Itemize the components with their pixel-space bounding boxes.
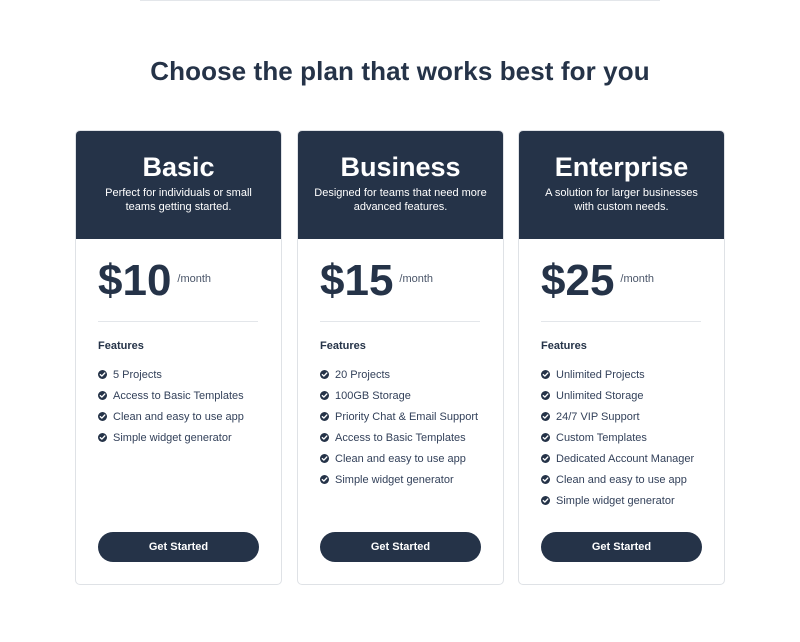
feature-item: Clean and easy to use app (541, 469, 694, 490)
feature-item: Clean and easy to use app (98, 406, 244, 427)
feature-item: Unlimited Storage (541, 385, 694, 406)
feature-label: Clean and easy to use app (113, 410, 244, 423)
feature-label: Simple widget generator (335, 473, 454, 486)
card-divider (320, 321, 480, 322)
check-circle-icon (541, 412, 550, 421)
price-period: /month (399, 273, 434, 285)
feature-label: Access to Basic Templates (335, 431, 466, 444)
plan-description: A solution for larger businesses with cu… (545, 187, 698, 213)
feature-list: Unlimited Projects Unlimited Storage 24/7 … (541, 364, 694, 511)
feature-item: Access to Basic Templates (320, 427, 478, 448)
check-circle-icon (98, 370, 107, 379)
get-started-button[interactable]: Get Started (98, 532, 259, 562)
feature-label: 100GB Storage (335, 389, 411, 402)
pricing-card-business: Business Designed for teams that need mo… (297, 130, 504, 585)
check-circle-icon (541, 433, 550, 442)
feature-label: 5 Projects (113, 368, 162, 381)
plan-name: Business (340, 152, 461, 182)
feature-item: Dedicated Account Manager (541, 448, 694, 469)
check-circle-icon (320, 391, 329, 400)
feature-item: Clean and easy to use app (320, 448, 478, 469)
card-divider (98, 321, 258, 322)
check-circle-icon (320, 433, 329, 442)
features-title: Features (98, 340, 144, 352)
page-title: Choose the plan that works best for you (150, 56, 650, 86)
price-row: $15 /month (320, 257, 433, 305)
card-header: Business Designed for teams that need mo… (298, 131, 503, 239)
feature-label: Unlimited Projects (556, 368, 645, 381)
plan-price: $25 (541, 256, 615, 305)
check-circle-icon (320, 454, 329, 463)
check-circle-icon (541, 370, 550, 379)
feature-label: Access to Basic Templates (113, 389, 244, 402)
feature-item: Simple widget generator (320, 469, 478, 490)
plan-price: $10 (98, 256, 172, 305)
feature-item: 20 Projects (320, 364, 478, 385)
feature-label: Unlimited Storage (556, 389, 644, 402)
feature-list: 20 Projects 100GB Storage Priority Chat & … (320, 364, 478, 490)
feature-item: Simple widget generator (541, 490, 694, 511)
check-circle-icon (320, 370, 329, 379)
feature-item: Custom Templates (541, 427, 694, 448)
plan-name: Basic (142, 152, 215, 182)
feature-label: 24/7 VIP Support (556, 410, 640, 423)
card-divider (541, 321, 701, 322)
plan-name: Enterprise (554, 152, 689, 182)
check-circle-icon (541, 391, 550, 400)
pricing-card-basic: Basic Perfect for individuals or small t… (75, 130, 282, 585)
plan-description: Designed for teams that need more advanc… (314, 187, 487, 213)
feature-item: 5 Projects (98, 364, 244, 385)
feature-label: Simple widget generator (556, 494, 675, 507)
feature-label: Simple widget generator (113, 431, 232, 444)
features-title: Features (320, 340, 366, 352)
price-row: $10 /month (98, 257, 211, 305)
feature-label: Custom Templates (556, 431, 647, 444)
features-title: Features (541, 340, 587, 352)
card-header: Basic Perfect for individuals or small t… (76, 131, 281, 239)
feature-label: Dedicated Account Manager (556, 452, 695, 465)
check-circle-icon (320, 475, 329, 484)
feature-label: Clean and easy to use app (335, 452, 466, 465)
pricing-card-enterprise: Enterprise A solution for larger busines… (518, 130, 725, 585)
feature-label: 20 Projects (335, 368, 391, 381)
feature-item: 24/7 VIP Support (541, 406, 694, 427)
get-started-button[interactable]: Get Started (541, 532, 702, 562)
plan-description: Perfect for individuals or small teams g… (105, 187, 252, 213)
feature-item: 100GB Storage (320, 385, 478, 406)
top-divider (140, 0, 660, 1)
check-circle-icon (541, 475, 550, 484)
feature-item: Simple widget generator (98, 427, 244, 448)
price-period: /month (620, 273, 655, 285)
get-started-button[interactable]: Get Started (320, 532, 481, 562)
check-circle-icon (541, 496, 550, 505)
check-circle-icon (541, 454, 550, 463)
price-period: /month (177, 273, 212, 285)
feature-label: Clean and easy to use app (556, 473, 687, 486)
check-circle-icon (320, 412, 329, 421)
feature-item: Unlimited Projects (541, 364, 694, 385)
feature-label: Priority Chat & Email Support (335, 410, 479, 423)
check-circle-icon (98, 391, 107, 400)
check-circle-icon (98, 412, 107, 421)
feature-item: Access to Basic Templates (98, 385, 244, 406)
card-header: Enterprise A solution for larger busines… (519, 131, 724, 239)
feature-list: 5 Projects Access to Basic Templates Clean… (98, 364, 244, 448)
price-row: $25 /month (541, 257, 654, 305)
feature-item: Priority Chat & Email Support (320, 406, 478, 427)
plan-price: $15 (320, 256, 394, 305)
check-circle-icon (98, 433, 107, 442)
